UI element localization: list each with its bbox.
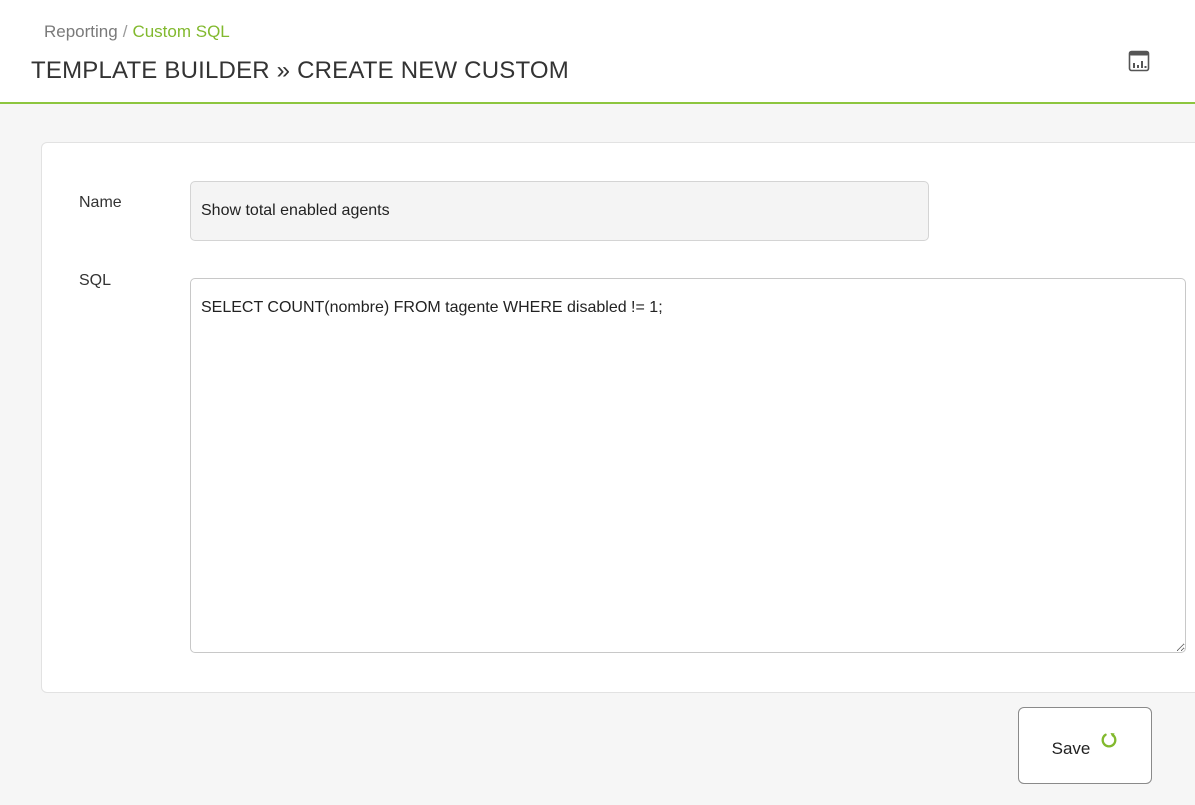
page-title: TEMPLATE BUILDER » CREATE NEW CUSTOM xyxy=(31,57,569,84)
custom-sql-form: Name SQL SELECT COUNT(nombre) FROM tagen… xyxy=(41,142,1195,693)
breadcrumb-separator: / xyxy=(122,22,128,41)
save-button[interactable]: Save xyxy=(1018,707,1152,784)
name-label: Name xyxy=(79,194,122,211)
report-view-icon[interactable] xyxy=(1127,49,1151,73)
save-button-label: Save xyxy=(1051,738,1091,758)
sql-label: SQL xyxy=(79,272,112,289)
breadcrumb-custom-sql[interactable]: Custom SQL xyxy=(132,22,229,41)
name-input[interactable] xyxy=(190,181,929,241)
refresh-icon xyxy=(1101,732,1117,748)
breadcrumb: Reporting / Custom SQL xyxy=(44,22,230,42)
sql-textarea[interactable]: SELECT COUNT(nombre) FROM tagente WHERE … xyxy=(190,278,1186,653)
breadcrumb-reporting[interactable]: Reporting xyxy=(44,22,118,41)
report-view-icon-graphic xyxy=(1128,50,1150,72)
page-header: Reporting / Custom SQL TEMPLATE BUILDER » … xyxy=(0,0,1195,104)
